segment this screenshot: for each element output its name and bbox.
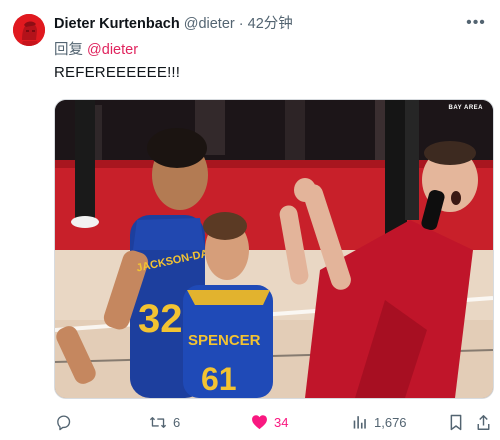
retweet-button[interactable]: 6 [149, 410, 180, 434]
display-name[interactable]: Dieter Kurtenbach [54, 16, 180, 32]
reply-context: 回复 @dieter [54, 38, 138, 59]
share-icon [474, 413, 492, 431]
reply-icon [54, 413, 72, 431]
share-button[interactable] [474, 410, 492, 434]
media-watermark: BAY AREA [448, 105, 483, 111]
timestamp[interactable]: 42分钟 [248, 16, 293, 32]
jersey-center-number: 61 [201, 361, 237, 397]
like-button[interactable]: 34 [250, 410, 288, 434]
views-count: 1,676 [374, 414, 407, 430]
reply-prefix: 回复 [54, 42, 83, 58]
separator-dot: · [238, 16, 244, 32]
reply-to-handle[interactable]: @dieter [87, 42, 138, 58]
more-icon: ••• [466, 14, 486, 31]
like-count: 34 [274, 414, 289, 430]
reply-button[interactable] [54, 410, 72, 434]
user-handle[interactable]: @dieter [184, 16, 235, 32]
views-button[interactable]: 1,676 [350, 410, 407, 434]
retweet-count: 6 [173, 414, 181, 430]
retweet-icon [149, 413, 167, 431]
heart-icon [250, 413, 268, 431]
more-options-button[interactable]: ••• [462, 12, 490, 34]
tweet-media-image[interactable]: JACKSON-DAVIS 32 SPENCER 61 BAY AREA [54, 99, 494, 399]
jersey-left-number: 32 [138, 297, 183, 341]
avatar-image [13, 14, 45, 46]
avatar[interactable] [13, 14, 45, 46]
tweet: Dieter Kurtenbach @dieter · 42分钟 ••• 回复 … [0, 0, 500, 440]
views-icon [350, 413, 368, 431]
tweet-actions: 6 34 1,676 [54, 410, 492, 434]
jersey-center-name: SPENCER [188, 332, 261, 349]
basketball-scene: JACKSON-DAVIS 32 SPENCER 61 [55, 100, 493, 398]
bookmark-button[interactable] [447, 410, 465, 434]
bookmark-icon [447, 413, 465, 431]
tweet-text: REFEREEEEEE!!! [54, 64, 181, 81]
tweet-header: Dieter Kurtenbach @dieter · 42分钟 [54, 12, 293, 33]
